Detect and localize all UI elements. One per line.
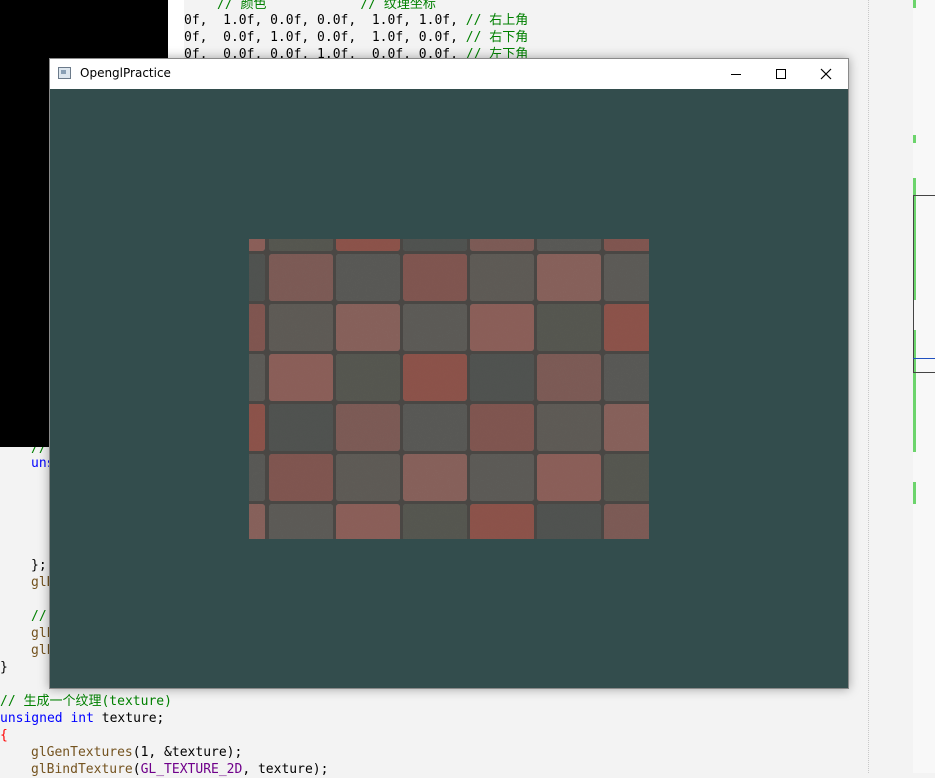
fragment-comment2-text: //: [31, 609, 47, 624]
code-fragment-comment2: //: [31, 608, 47, 625]
brick-tile: [470, 454, 534, 501]
brick-tile: [604, 454, 649, 501]
code-line-vertex-1: 0f, 1.0f, 0.0f, 0.0f, 1.0f, 1.0f, // 右上角: [184, 12, 528, 29]
textured-quad: [249, 239, 649, 539]
vertex-values-1: 0f, 1.0f, 0.0f, 0.0f, 1.0f, 1.0f,: [184, 13, 458, 28]
brick-tile: [403, 404, 467, 451]
close-button[interactable]: [803, 59, 848, 89]
brick-tile: [249, 254, 265, 301]
texture-variable: texture;: [101, 711, 165, 726]
gen-textures-call: glGenTextures: [31, 745, 133, 760]
minimap-change-marker: [913, 482, 916, 504]
code-close-brace: }: [0, 659, 8, 676]
minimize-icon: [730, 74, 741, 75]
gen-textures-args: (1, &texture);: [132, 745, 243, 760]
brick-tile: [336, 239, 400, 251]
brick-tile: [336, 504, 400, 539]
fragment-close-text: };: [31, 558, 47, 573]
code-line-vertex-2: 0f, 0.0f, 1.0f, 0.0f, 1.0f, 0.0f, // 右下角: [184, 29, 528, 46]
brick-tile: [537, 454, 601, 501]
brick-tile: [604, 304, 649, 351]
brick-tile: [249, 504, 265, 539]
brick-tile: [336, 454, 400, 501]
title-bar[interactable]: OpenglPractice: [50, 59, 848, 89]
keyword-unsigned: unsigned: [0, 711, 63, 726]
keyword-int: int: [70, 711, 94, 726]
minimap-viewport[interactable]: [913, 195, 935, 373]
brick-tile: [604, 354, 649, 401]
brick-tile: [336, 254, 400, 301]
brick-tiles: [249, 239, 649, 539]
brick-tile: [470, 239, 534, 251]
brick-tile: [604, 404, 649, 451]
code-gen-textures: glGenTextures(1, &texture);: [31, 744, 242, 761]
brick-tile: [537, 254, 601, 301]
brick-tile: [537, 304, 601, 351]
maximize-button[interactable]: [758, 59, 803, 89]
brick-tile: [249, 454, 265, 501]
brick-tile: [249, 304, 265, 351]
vertex-comment-1: // 右上角: [465, 13, 529, 28]
close-icon: [820, 68, 831, 80]
brick-tile: [470, 254, 534, 301]
brick-tile: [604, 239, 649, 251]
bind-args-open: (: [132, 762, 141, 777]
gen-comment-text: // 生成一个纹理(texture): [0, 694, 172, 709]
brick-tile: [269, 354, 333, 401]
brick-tile: [249, 354, 265, 401]
minimap-caret-line: [913, 358, 935, 359]
brick-tile: [604, 254, 649, 301]
brick-tile: [269, 404, 333, 451]
code-gen-comment: // 生成一个纹理(texture): [0, 693, 172, 710]
window-title: OpenglPractice: [80, 66, 171, 80]
brick-tile: [269, 504, 333, 539]
code-open-brace: {: [0, 727, 8, 744]
brick-tile: [269, 304, 333, 351]
brick-tile: [537, 504, 601, 539]
comment-texcoord: // 纹理坐标: [360, 0, 436, 12]
brick-tile: [269, 454, 333, 501]
brick-tile: [403, 239, 467, 251]
brick-tile: [470, 304, 534, 351]
minimize-button[interactable]: [713, 59, 758, 89]
editor-divider: [868, 0, 870, 773]
brick-tile: [336, 304, 400, 351]
render-viewport[interactable]: [50, 89, 848, 688]
brick-tile: [336, 354, 400, 401]
minimap-change-marker: [913, 0, 916, 8]
code-bind-texture: glBindTexture(GL_TEXTURE_2D, texture);: [31, 761, 328, 778]
brick-tile: [269, 239, 333, 251]
brick-tile: [470, 504, 534, 539]
brick-tile: [470, 404, 534, 451]
code-texture-declaration: unsigned int texture;: [0, 710, 164, 727]
bind-args-rest: , texture);: [242, 762, 329, 777]
brick-tile: [403, 304, 467, 351]
brick-tile: [249, 404, 265, 451]
brick-tile: [604, 504, 649, 539]
brick-tile: [537, 404, 601, 451]
brick-tile: [403, 504, 467, 539]
brick-tile: [403, 254, 467, 301]
opengl-window[interactable]: OpenglPractice: [49, 58, 849, 689]
code-minimap[interactable]: [913, 0, 935, 773]
close-brace-text: }: [0, 660, 8, 675]
brick-tile: [403, 454, 467, 501]
app-window-icon: [58, 67, 71, 79]
brick-tile: [470, 354, 534, 401]
brick-tile: [269, 254, 333, 301]
brick-tile: [537, 239, 601, 251]
bind-texture-call: glBindTexture: [31, 762, 133, 777]
code-fragment-close: };: [31, 557, 47, 574]
maximize-icon: [775, 69, 786, 79]
brick-tile: [249, 239, 265, 251]
vertex-values-2: 0f, 0.0f, 1.0f, 0.0f, 1.0f, 0.0f,: [184, 30, 458, 45]
open-brace-text: {: [0, 728, 8, 743]
brick-tile: [537, 354, 601, 401]
bind-texture-macro: GL_TEXTURE_2D: [140, 762, 243, 777]
vertex-comment-2: // 右下角: [465, 30, 529, 45]
minimap-change-marker: [913, 135, 916, 143]
comment-color: // 颜色: [217, 0, 267, 12]
brick-tile: [403, 354, 467, 401]
brick-tile: [336, 404, 400, 451]
